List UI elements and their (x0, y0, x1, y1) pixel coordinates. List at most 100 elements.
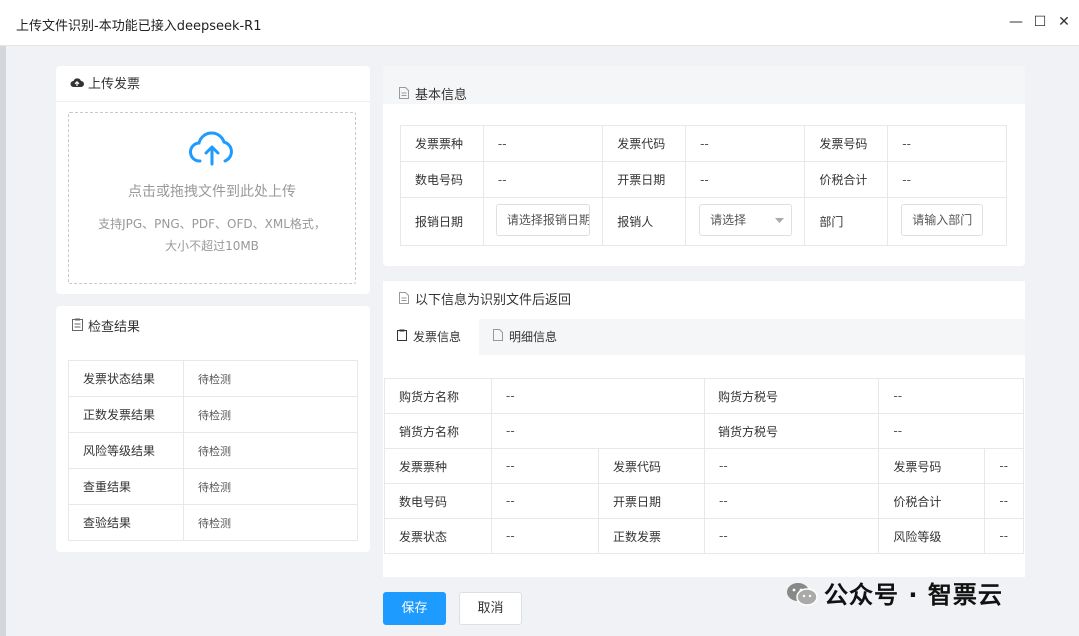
document-icon (397, 66, 411, 124)
cloud-upload-icon (188, 131, 236, 167)
field-label: 发票票种 (384, 448, 492, 484)
recognized-info-card: 以下信息为识别文件后返回 发票信息 明细信息 购货方名称 -- 购货方税号 --… (383, 281, 1025, 577)
basic-info-card: 基本信息 发票票种 -- 发票代码 -- 发票号码 -- 数电号码 -- 开票日… (383, 66, 1025, 266)
field-value: -- (887, 125, 1007, 162)
row-label: 查重结果 (68, 468, 184, 505)
minimize-icon[interactable]: — (1006, 12, 1026, 32)
watermark: 公众号 · 智票云 (786, 577, 1003, 613)
field-label: 购货方税号 (703, 378, 880, 414)
document-icon (397, 281, 411, 319)
field-value: -- (878, 378, 1024, 414)
upload-hint: 点击或拖拽文件到此处上传 (128, 184, 296, 200)
field-value: -- (491, 413, 705, 449)
field-label: 开票日期 (602, 161, 687, 198)
watermark-text: 公众号 · 智票云 (824, 581, 1003, 609)
cancel-button[interactable]: 取消 (459, 592, 522, 625)
table-row: 发票状态 -- 正数发票 -- 风险等级 -- (384, 518, 1024, 554)
basic-info-title: 基本信息 (415, 88, 468, 103)
row-label: 查验结果 (68, 504, 184, 541)
field-label: 购货方名称 (384, 378, 492, 414)
field-label: 风险等级 (878, 518, 986, 554)
table-row: 查重结果 待检测 (68, 468, 358, 505)
upload-format-hint: 支持JPG、PNG、PDF、OFD、XML格式，大小不超过10MB (98, 217, 326, 253)
table-row: 数电号码 -- 开票日期 -- 价税合计 -- (384, 483, 1024, 519)
field-value: -- (984, 518, 1024, 554)
reimburser-select-value: 请选择 (710, 213, 747, 227)
field-value: -- (491, 448, 599, 484)
tab-invoice-info[interactable]: 发票信息 (383, 319, 479, 355)
document-icon (493, 319, 505, 355)
field-label: 发票号码 (804, 125, 889, 162)
field-label: 正数发票 (598, 518, 705, 554)
clipboard-icon (397, 319, 409, 355)
field-value: -- (878, 413, 1024, 449)
field-label: 价税合计 (804, 161, 889, 198)
window-title: 上传文件识别-本功能已接入deepseek-R1 (16, 19, 262, 34)
field-value: -- (491, 518, 599, 554)
check-results-title: 检查结果 (88, 320, 141, 335)
check-results-table: 发票状态结果 待检测 正数发票结果 待检测 风险等级结果 待检测 查重结果 待检测 查验… (68, 360, 358, 541)
field-value: -- (703, 518, 880, 554)
field-cell: 请选择报销日期 (482, 197, 604, 246)
field-label: 价税合计 (878, 483, 986, 519)
field-value: -- (984, 448, 1024, 484)
field-value: -- (703, 448, 880, 484)
field-value: -- (685, 161, 806, 198)
field-label: 发票代码 (598, 448, 705, 484)
tab-label: 发票信息 (413, 330, 462, 344)
recognized-info-title: 以下信息为识别文件后返回 (415, 293, 572, 308)
upload-card-header: 上传发票 (56, 66, 370, 102)
field-label: 报销人 (602, 197, 687, 246)
recognized-info-header: 以下信息为识别文件后返回 (383, 281, 1025, 319)
row-label: 风险等级结果 (68, 432, 184, 469)
basic-info-header: 基本信息 (383, 66, 1025, 104)
close-icon[interactable]: ✕ (1054, 12, 1074, 32)
field-label: 数电号码 (400, 161, 484, 198)
field-label: 发票代码 (602, 125, 687, 162)
table-row: 报销日期 请选择报销日期 报销人 请选择 部门 请输入部门 (400, 197, 1007, 246)
field-label: 发票状态 (384, 518, 492, 554)
table-row: 购货方名称 -- 购货方税号 -- (384, 378, 1024, 414)
clipboard-icon (70, 306, 84, 348)
save-button[interactable]: 保存 (383, 592, 446, 625)
table-row: 发票票种 -- 发票代码 -- 发票号码 -- (400, 125, 1007, 162)
field-label: 发票号码 (878, 448, 986, 484)
department-input[interactable]: 请输入部门 (901, 204, 984, 236)
table-row: 销货方名称 -- 销货方税号 -- (384, 413, 1024, 449)
table-row: 发票票种 -- 发票代码 -- 发票号码 -- (384, 448, 1024, 484)
upload-dropzone[interactable]: 点击或拖拽文件到此处上传 支持JPG、PNG、PDF、OFD、XML格式，大小不… (68, 112, 356, 284)
maximize-icon[interactable]: ☐ (1030, 12, 1050, 32)
field-label: 数电号码 (384, 483, 492, 519)
field-cell: 请选择 (685, 197, 806, 246)
reimburse-date-picker[interactable]: 请选择报销日期 (495, 204, 590, 236)
row-value: 待检测 (183, 360, 358, 397)
field-label: 报销日期 (400, 197, 484, 246)
check-results-card: 检查结果 发票状态结果 待检测 正数发票结果 待检测 风险等级结果 待检测 查重结果待… (56, 306, 370, 552)
tab-label: 明细信息 (509, 330, 558, 344)
wechat-icon (786, 581, 818, 607)
row-value: 待检测 (183, 432, 358, 469)
field-value: -- (685, 125, 806, 162)
field-value: -- (703, 483, 880, 519)
basic-info-table: 发票票种 -- 发票代码 -- 发票号码 -- 数电号码 -- 开票日期 -- … (400, 125, 1007, 246)
row-value: 待检测 (183, 396, 358, 433)
invoice-info-table: 购货方名称 -- 购货方税号 -- 销货方名称 -- 销货方税号 -- 发票票种… (384, 378, 1024, 554)
check-results-header: 检查结果 (56, 306, 370, 348)
field-value: -- (887, 161, 1007, 198)
cloud-upload-icon (70, 66, 84, 102)
field-value: -- (482, 125, 604, 162)
field-label: 发票票种 (400, 125, 484, 162)
row-label: 正数发票结果 (68, 396, 184, 433)
title-bar: 上传文件识别-本功能已接入deepseek-R1 — ☐ ✕ (0, 0, 1079, 46)
field-value: -- (491, 378, 705, 414)
field-value: -- (984, 483, 1024, 519)
field-label: 销货方名称 (384, 413, 492, 449)
upload-title: 上传发票 (88, 77, 141, 92)
field-label: 销货方税号 (703, 413, 880, 449)
field-label: 部门 (804, 197, 889, 246)
tab-detail-info[interactable]: 明细信息 (493, 319, 557, 355)
upload-card: 上传发票 点击或拖拽文件到此处上传 支持JPG、PNG、PDF、OFD、XML格… (56, 66, 370, 294)
reimburser-select[interactable]: 请选择 (699, 204, 793, 236)
field-cell: 请输入部门 (887, 197, 1007, 246)
table-row: 正数发票结果 待检测 (68, 396, 358, 433)
